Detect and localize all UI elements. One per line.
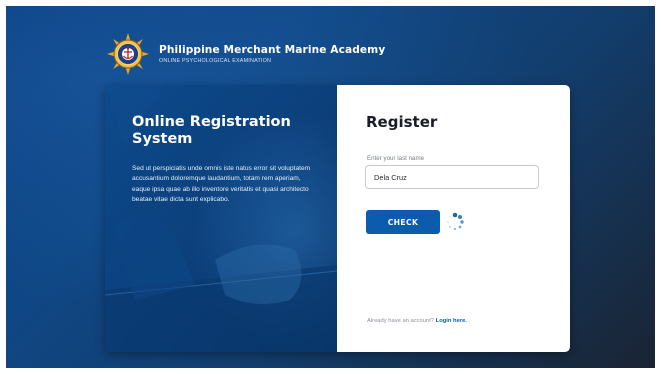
- academy-seal-icon: [107, 33, 149, 75]
- hero-title: Online Registration System: [132, 114, 291, 147]
- hero-description: Sed ut perspiciatis unde omnis iste natu…: [132, 165, 311, 204]
- login-prompt-text: Already have an account?: [367, 318, 435, 324]
- hero-panel: Online Registration System Sed ut perspi…: [105, 85, 337, 352]
- register-heading: Register: [366, 113, 438, 131]
- spinner-icon: [447, 212, 464, 231]
- check-button[interactable]: CHECK: [366, 210, 440, 234]
- page-background: Philippine Merchant Marine Academy ONLIN…: [6, 6, 655, 368]
- registration-card: Online Registration System Sed ut perspi…: [105, 85, 570, 352]
- register-panel: Register Enter your last name CHECK Alre…: [337, 85, 570, 352]
- login-link[interactable]: Login here.: [436, 318, 467, 324]
- login-prompt: Already have an account? Login here.: [367, 318, 467, 324]
- lastname-label: Enter your last name: [367, 155, 425, 162]
- site-header: Philippine Merchant Marine Academy ONLIN…: [106, 32, 385, 76]
- lastname-input[interactable]: [365, 165, 539, 189]
- academy-name: Philippine Merchant Marine Academy: [159, 44, 386, 56]
- exam-subtitle: ONLINE PSYCHOLOGICAL EXAMINATION: [159, 58, 272, 64]
